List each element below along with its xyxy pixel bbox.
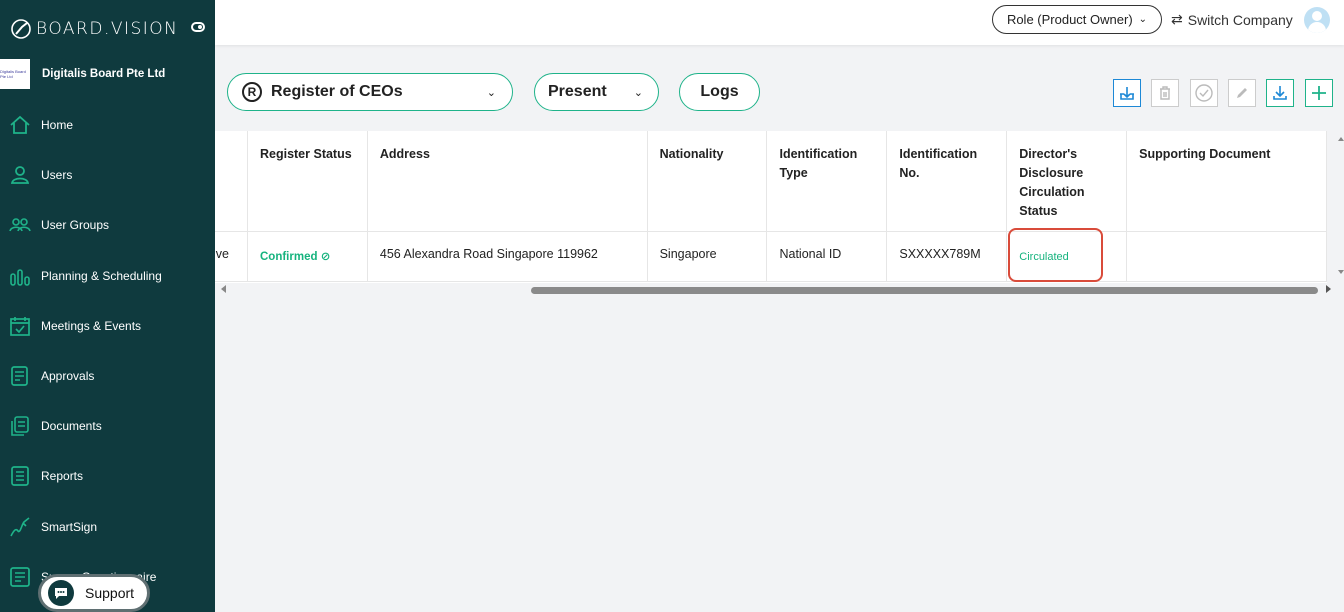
company-selector[interactable]: Digitalis Board Pte Ltd Digitalis Board … (0, 58, 215, 90)
support-button[interactable]: Support (38, 574, 150, 612)
import-button[interactable] (1113, 79, 1141, 107)
support-label: Support (85, 585, 135, 601)
scroll-up-arrow-icon[interactable] (1338, 137, 1344, 141)
table-cell-supporting (1127, 232, 1327, 281)
scroll-left-arrow-icon[interactable] (221, 285, 226, 293)
check-circle-icon: ⊘ (320, 251, 331, 263)
calendar-icon (10, 316, 30, 336)
sidebar-item-label: Home (41, 118, 74, 133)
table-header-id-no[interactable]: Identification No. (887, 131, 1008, 231)
sidebar-item-planning[interactable]: Planning & Scheduling (0, 251, 215, 301)
chevron-down-icon: ⌄ (486, 86, 496, 99)
chat-icon (48, 580, 74, 606)
switch-company-button[interactable]: ⇄ Switch Company (1171, 11, 1293, 28)
register-table: Register Status Address Nationality Iden… (215, 131, 1327, 283)
import-icon (1120, 87, 1134, 100)
sidebar-toggle-icon[interactable] (191, 22, 205, 32)
sidebar-item-label: Users (41, 168, 73, 183)
download-button[interactable] (1266, 79, 1294, 107)
sidebar-item-users[interactable]: Users (0, 150, 215, 200)
table-header-cell (215, 131, 248, 231)
signature-icon (10, 516, 30, 536)
chevron-down-icon: ⌄ (633, 86, 643, 99)
company-logo-text: Digitalis Board Pte Ltd (0, 69, 26, 79)
status-badge: Confirmed ⊘ (260, 245, 330, 267)
sidebar-item-home[interactable]: Home (0, 100, 215, 150)
table-cell-id-type: National ID (767, 232, 888, 281)
company-name: Digitalis Board Pte Ltd (42, 68, 166, 80)
period-select-value: Present (548, 83, 607, 100)
scroll-right-arrow-icon[interactable] (1326, 285, 1331, 293)
trash-icon (1160, 86, 1170, 100)
sidebar-item-label: Documents (41, 419, 102, 434)
top-bar: Role (Product Owner) ⌄ ⇄ Switch Company (215, 0, 1344, 45)
bar-chart-icon (10, 268, 30, 286)
role-label: Role (Product Owner) (1006, 12, 1133, 27)
avatar[interactable] (1304, 7, 1330, 33)
logo-icon (11, 19, 31, 39)
register-select[interactable]: R Register of CEOs ⌄ (227, 73, 513, 111)
table-header-address[interactable]: Address (368, 131, 648, 231)
table-cell-address: 456 Alexandra Road Singapore 119962 (368, 232, 648, 281)
pencil-icon (1237, 88, 1247, 98)
role-dropdown[interactable]: Role (Product Owner) ⌄ (992, 5, 1162, 34)
horizontal-scrollbar[interactable] (531, 287, 1318, 294)
sidebar-item-approvals[interactable]: Approvals (0, 351, 215, 401)
reports-icon (11, 466, 29, 487)
approve-button[interactable] (1190, 79, 1218, 107)
sidebar-nav: Home Users User Groups Planning & Schedu… (0, 100, 215, 602)
table-header-row: Register Status Address Nationality Iden… (215, 131, 1327, 232)
sidebar-item-label: User Groups (41, 218, 110, 233)
swap-icon: ⇄ (1171, 11, 1183, 27)
sidebar-item-smartsign[interactable]: SmartSign (0, 502, 215, 552)
sidebar-item-user-groups[interactable]: User Groups (0, 200, 215, 250)
sidebar-item-label: Planning & Scheduling (41, 268, 162, 283)
survey-icon (10, 566, 30, 587)
documents-icon (11, 416, 29, 437)
table-cell-status: Confirmed ⊘ (248, 232, 368, 281)
switch-company-label: Switch Company (1187, 11, 1293, 28)
approval-icon (11, 366, 28, 386)
check-circle-icon (1195, 84, 1213, 102)
download-icon (1273, 86, 1287, 100)
sidebar-item-label: Reports (41, 469, 84, 484)
home-icon (10, 115, 30, 134)
period-select[interactable]: Present ⌄ (534, 73, 659, 111)
brand-logo[interactable]: BOARD.VISION (10, 16, 205, 42)
plus-icon (1312, 86, 1326, 100)
status-text: Confirmed (259, 251, 318, 263)
delete-button[interactable] (1151, 79, 1179, 107)
logs-label: Logs (700, 83, 739, 100)
table-cell-nationality: Singapore (648, 232, 768, 281)
table-header-nationality[interactable]: Nationality (648, 131, 768, 231)
table-header-status[interactable]: Register Status (248, 131, 368, 231)
table-header-disclosure[interactable]: Director's Disclosure Circulation Status (1007, 131, 1128, 231)
logs-button[interactable]: Logs (679, 73, 760, 111)
register-select-value: Register of CEOs (271, 83, 403, 100)
sidebar-item-meetings[interactable]: Meetings & Events (0, 301, 215, 351)
disclosure-status: Circulated (1019, 251, 1069, 263)
register-badge-icon: R (242, 82, 262, 102)
sidebar-item-documents[interactable]: Documents (0, 401, 215, 451)
sidebar-item-label: Meetings & Events (41, 318, 142, 333)
table-header-supporting[interactable]: Supporting Document (1127, 131, 1327, 231)
sidebar-item-label: Approvals (41, 369, 95, 384)
sidebar-item-reports[interactable]: Reports (0, 451, 215, 501)
table-row[interactable]: ve Confirmed ⊘ 456 Alexandra Road Singap… (215, 232, 1327, 282)
table-header-id-type[interactable]: Identification Type (767, 131, 888, 231)
sidebar: BOARD.VISION Digitalis Board Pte Ltd Dig… (0, 0, 215, 612)
add-button[interactable] (1305, 79, 1333, 107)
brand-name: BOARD.VISION (36, 19, 179, 39)
sidebar-item-label: SmartSign (41, 519, 98, 534)
table-cell-id-no: SXXXXX789M (887, 232, 1008, 281)
users-icon (9, 218, 31, 232)
scroll-down-arrow-icon[interactable] (1338, 270, 1344, 274)
edit-button[interactable] (1228, 79, 1256, 107)
chevron-down-icon: ⌄ (1138, 14, 1148, 25)
table-cell-truncated: ve (215, 232, 248, 281)
table-cell-disclosure: Circulated (1007, 232, 1128, 281)
user-icon (10, 166, 30, 185)
company-logo: Digitalis Board Pte Ltd (0, 59, 30, 89)
